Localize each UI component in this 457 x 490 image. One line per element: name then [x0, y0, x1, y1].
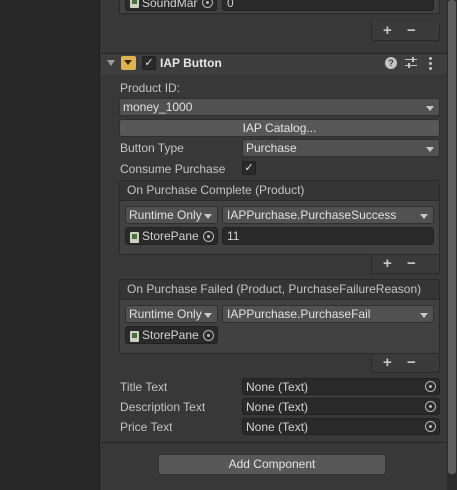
- chevron-down-icon: [420, 313, 428, 318]
- help-icon[interactable]: ?: [385, 57, 397, 69]
- product-id-value: money_1000: [123, 100, 193, 114]
- description-text-label: Description Text: [120, 400, 206, 414]
- remove-icon[interactable]: −: [407, 256, 416, 271]
- price-text-field[interactable]: None (Text): [242, 418, 440, 435]
- gameobject-icon: [130, 232, 139, 243]
- argument-field[interactable]: 0: [222, 0, 434, 11]
- component-title: IAP Button: [160, 56, 222, 70]
- foldout-arrow-icon[interactable]: [107, 60, 115, 66]
- object-picker-icon[interactable]: [202, 0, 213, 8]
- argument-value: 0: [227, 0, 234, 10]
- list-add-remove-bar: + −: [371, 255, 440, 274]
- object-picker-icon[interactable]: [203, 231, 214, 242]
- price-text-label: Price Text: [120, 420, 173, 434]
- divider: [101, 442, 447, 443]
- function-value: IAPPurchase.PurchaseFail: [227, 307, 371, 321]
- event-header: On Purchase Complete (Product): [120, 181, 439, 201]
- chevron-down-icon: [420, 214, 428, 219]
- script-icon: [121, 56, 136, 70]
- product-id-label: Product ID:: [120, 81, 181, 95]
- description-text-value: None (Text): [246, 400, 309, 414]
- button-type-label: Button Type: [120, 141, 184, 155]
- chevron-down-icon: [204, 313, 212, 318]
- argument-field[interactable]: 11: [222, 227, 434, 245]
- object-field-value: StorePane: [142, 328, 199, 342]
- title-text-label: Title Text: [120, 380, 168, 394]
- gameobject-icon: [130, 331, 139, 342]
- function-dropdown[interactable]: IAPPurchase.PurchaseFail: [222, 305, 434, 323]
- add-component-button[interactable]: Add Component: [158, 454, 386, 475]
- iap-catalog-label: IAP Catalog...: [242, 121, 317, 135]
- runtime-dropdown[interactable]: Runtime Only: [125, 206, 218, 224]
- add-icon[interactable]: +: [383, 355, 392, 370]
- object-picker-icon[interactable]: [425, 421, 436, 432]
- gameobject-icon: [130, 0, 139, 8]
- runtime-value: Runtime Only: [129, 307, 202, 321]
- function-dropdown[interactable]: IAPPurchase.PurchaseSuccess: [222, 206, 434, 224]
- runtime-dropdown[interactable]: Runtime Only: [125, 305, 218, 323]
- function-value: IAPPurchase.PurchaseSuccess: [227, 208, 397, 222]
- component-enabled-checkbox[interactable]: ✓: [142, 56, 156, 70]
- event-header-label: On Purchase Complete (Product): [127, 183, 305, 197]
- list-add-remove-bar: + −: [371, 22, 440, 41]
- list-add-remove-bar: + −: [371, 354, 440, 373]
- remove-icon[interactable]: −: [407, 355, 416, 370]
- button-type-value: Purchase: [246, 141, 297, 155]
- add-icon[interactable]: +: [383, 256, 392, 271]
- chevron-down-icon: [204, 214, 212, 219]
- add-component-label: Add Component: [228, 457, 316, 471]
- button-type-dropdown[interactable]: Purchase: [242, 139, 440, 157]
- price-text-value: None (Text): [246, 420, 309, 434]
- product-id-dropdown[interactable]: money_1000: [119, 98, 440, 116]
- object-picker-icon[interactable]: [425, 381, 436, 392]
- object-field-value: StorePane: [142, 229, 199, 243]
- description-text-field[interactable]: None (Text): [242, 398, 440, 415]
- add-icon[interactable]: +: [383, 23, 392, 38]
- runtime-value: Runtime Only: [129, 208, 202, 222]
- object-field[interactable]: SoundMar: [125, 0, 217, 11]
- event-header: On Purchase Failed (Product, PurchaseFai…: [120, 280, 439, 300]
- presets-icon[interactable]: [405, 56, 417, 69]
- more-icon[interactable]: [429, 57, 432, 70]
- left-panel: [0, 0, 100, 490]
- object-field-value: SoundMar: [142, 0, 198, 10]
- chevron-down-icon: [426, 106, 434, 111]
- event-header-label: On Purchase Failed (Product, PurchaseFai…: [127, 282, 422, 296]
- object-picker-icon[interactable]: [425, 401, 436, 412]
- object-field[interactable]: StorePane: [125, 326, 218, 344]
- remove-icon[interactable]: −: [407, 23, 416, 38]
- scrollbar-thumb[interactable]: [448, 0, 456, 474]
- consume-purchase-label: Consume Purchase: [120, 162, 226, 176]
- chevron-down-icon: [426, 147, 434, 152]
- title-text-value: None (Text): [246, 380, 309, 394]
- object-picker-icon[interactable]: [203, 330, 214, 341]
- argument-value: 11: [227, 229, 240, 243]
- title-text-field[interactable]: None (Text): [242, 378, 440, 395]
- iap-catalog-button[interactable]: IAP Catalog...: [119, 119, 440, 137]
- object-field[interactable]: StorePane: [125, 227, 218, 245]
- consume-purchase-checkbox[interactable]: ✓: [242, 161, 256, 175]
